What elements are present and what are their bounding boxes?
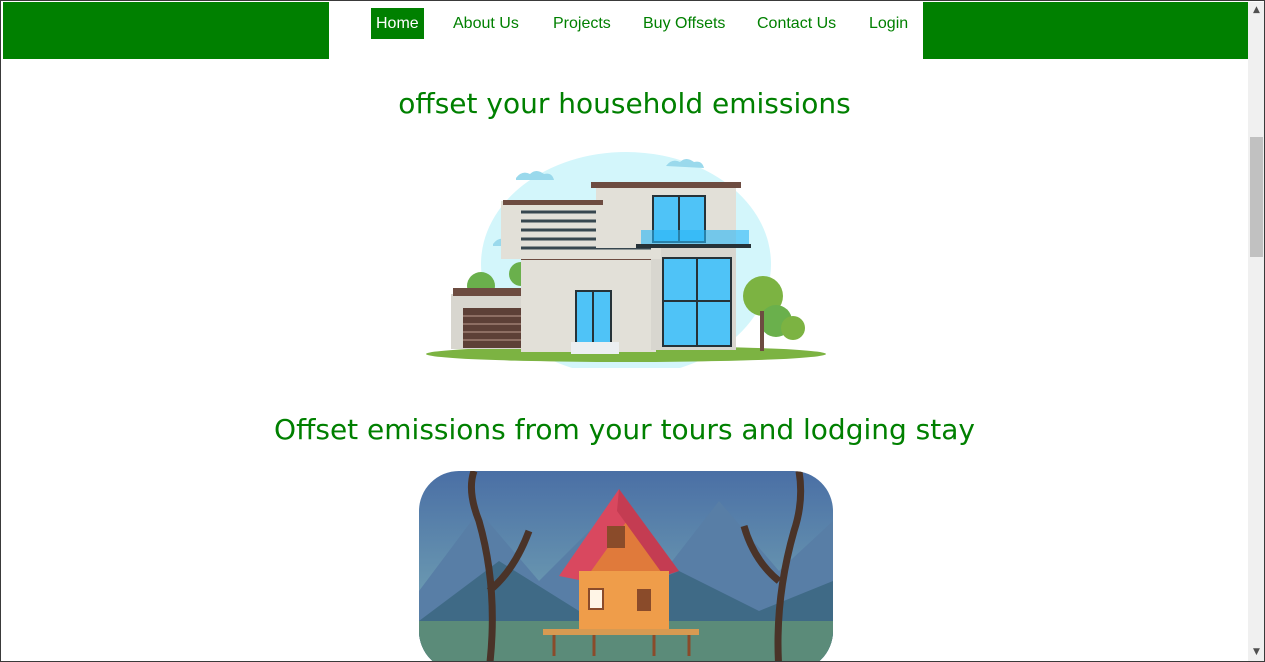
nav-about-us[interactable]: About Us bbox=[448, 8, 524, 39]
nav-home[interactable]: Home bbox=[371, 8, 424, 39]
chevron-down-icon[interactable]: ▼ bbox=[1248, 644, 1264, 661]
browser-viewport: Home About Us Projects Buy Offsets Conta… bbox=[0, 0, 1265, 662]
house-illustration bbox=[426, 152, 826, 368]
household-heading: offset your household emissions bbox=[398, 87, 851, 120]
nav-login[interactable]: Login bbox=[864, 8, 913, 39]
nav-contact-us[interactable]: Contact Us bbox=[752, 8, 841, 39]
nav-buy-offsets[interactable]: Buy Offsets bbox=[638, 8, 730, 39]
main-nav: Home About Us Projects Buy Offsets Conta… bbox=[329, 2, 923, 59]
nav-projects[interactable]: Projects bbox=[548, 8, 616, 39]
cabin-illustration bbox=[419, 471, 833, 661]
vertical-scrollbar[interactable]: ▲ ▼ bbox=[1248, 2, 1264, 661]
tours-heading: Offset emissions from your tours and lod… bbox=[274, 413, 975, 446]
scrollbar-thumb[interactable] bbox=[1250, 137, 1263, 257]
chevron-up-icon[interactable]: ▲ bbox=[1248, 2, 1264, 19]
